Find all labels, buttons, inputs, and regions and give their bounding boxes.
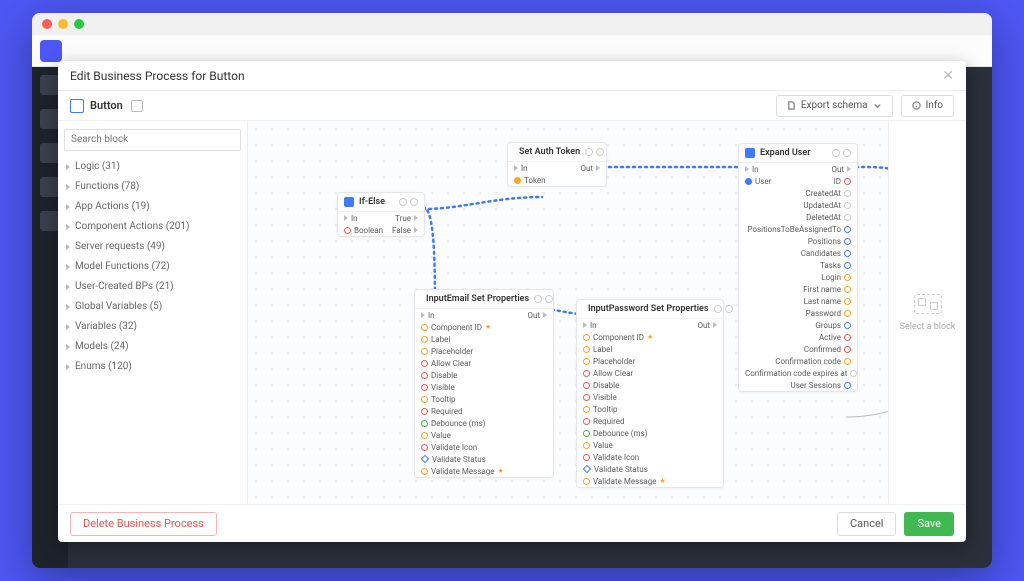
- node-expand-user[interactable]: Expand User InOut UserID CreatedAtUpdate…: [738, 143, 858, 392]
- chevron-right-icon: [66, 324, 70, 330]
- block-category[interactable]: Component Actions (201): [58, 217, 247, 237]
- modal-toolbar: Button Export schema Info: [58, 91, 966, 121]
- info-button[interactable]: Info: [901, 95, 954, 117]
- fx-icon: [344, 197, 354, 207]
- node-set-auth-token[interactable]: Set Auth Token InOut Token: [507, 142, 607, 187]
- chevron-right-icon: [66, 284, 70, 290]
- chevron-down-icon: [873, 101, 882, 110]
- sidebar-icon[interactable]: [40, 75, 60, 95]
- delete-bp-button[interactable]: Delete Business Process: [70, 512, 217, 536]
- block-category[interactable]: Functions (78): [58, 177, 247, 197]
- traffic-light-max[interactable]: [74, 19, 84, 29]
- button-icon: [70, 99, 84, 113]
- sidebar-icon[interactable]: [40, 211, 60, 231]
- chevron-right-icon: [66, 224, 70, 230]
- sidebar-icon[interactable]: [40, 143, 60, 163]
- block-category[interactable]: Global Variables (5): [58, 297, 247, 317]
- bp-editor-modal: Edit Business Process for Button ✕ Butto…: [58, 61, 966, 542]
- chevron-right-icon: [66, 164, 70, 170]
- block-category[interactable]: Server requests (49): [58, 237, 247, 257]
- block-category[interactable]: Model Functions (72): [58, 257, 247, 277]
- block-list-panel: Logic (31)Functions (78)App Actions (19)…: [58, 121, 248, 504]
- mac-titlebar: [32, 13, 992, 35]
- block-category[interactable]: Logic (31): [58, 157, 247, 177]
- node-input-password[interactable]: InputPassword Set Properties InOut Compo…: [576, 299, 724, 488]
- node-input-email[interactable]: InputEmail Set Properties InOut Componen…: [414, 289, 554, 478]
- file-icon: [787, 101, 796, 110]
- block-category[interactable]: App Actions (19): [58, 197, 247, 217]
- block-category[interactable]: Models (24): [58, 337, 247, 357]
- save-button[interactable]: Save: [904, 512, 954, 536]
- chevron-right-icon: [66, 304, 70, 310]
- modal-body: Logic (31)Functions (78)App Actions (19)…: [58, 121, 966, 504]
- modal-title: Edit Business Process for Button: [70, 69, 245, 83]
- chevron-right-icon: [66, 364, 70, 370]
- button-entity[interactable]: Button: [70, 99, 123, 113]
- inspector-placeholder-text: Select a block: [900, 322, 956, 332]
- app-logo[interactable]: [40, 40, 62, 62]
- export-schema-button[interactable]: Export schema: [776, 95, 893, 117]
- block-category[interactable]: User-Created BPs (21): [58, 277, 247, 297]
- node-if-else[interactable]: If-Else InTrue BooleanFalse: [337, 192, 425, 237]
- inspector-panel: Select a block: [888, 121, 966, 504]
- edit-icon[interactable]: [131, 100, 143, 112]
- modal-header: Edit Business Process for Button ✕: [58, 61, 966, 91]
- close-icon[interactable]: ✕: [942, 68, 954, 84]
- block-category[interactable]: Enums (120): [58, 357, 247, 377]
- chevron-right-icon: [66, 204, 70, 210]
- mac-window: Edit Business Process for Button ✕ Butto…: [32, 13, 992, 568]
- sidebar-icon[interactable]: [40, 109, 60, 129]
- chevron-right-icon: [66, 184, 70, 190]
- sidebar-icon[interactable]: [40, 177, 60, 197]
- cancel-button[interactable]: Cancel: [837, 512, 896, 536]
- traffic-light-min[interactable]: [58, 19, 68, 29]
- chevron-right-icon: [66, 264, 70, 270]
- modal-footer: Delete Business Process Cancel Save: [58, 504, 966, 542]
- search-input[interactable]: [64, 129, 241, 151]
- chevron-right-icon: [66, 344, 70, 350]
- button-name-label: Button: [90, 99, 123, 112]
- chevron-right-icon: [66, 244, 70, 250]
- info-icon: [912, 101, 921, 110]
- block-category[interactable]: Variables (32): [58, 317, 247, 337]
- canvas[interactable]: If-Else InTrue BooleanFalse Set Auth Tok…: [248, 121, 888, 504]
- traffic-light-close[interactable]: [42, 19, 52, 29]
- app-shell: Edit Business Process for Button ✕ Butto…: [32, 35, 992, 568]
- inspector-placeholder-icon: [914, 294, 942, 314]
